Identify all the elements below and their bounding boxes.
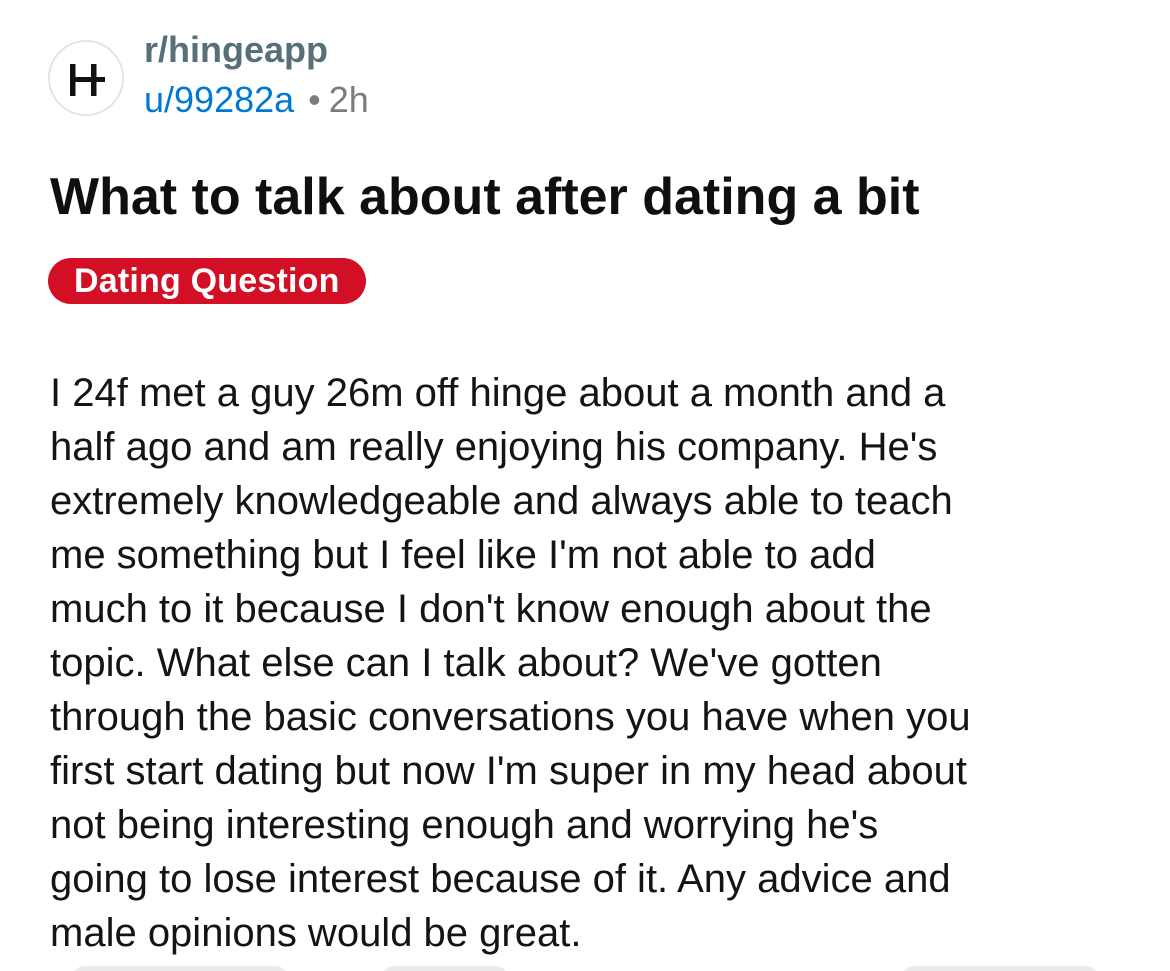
- subreddit-avatar[interactable]: [48, 40, 124, 116]
- comments-button[interactable]: [380, 966, 510, 971]
- post-flair[interactable]: Dating Question: [48, 258, 366, 304]
- post-title: What to talk about after dating a bit: [50, 168, 920, 226]
- post-body-line: not being interesting enough and worryin…: [50, 803, 879, 847]
- post-body-line: first start dating but now I'm super in …: [50, 749, 967, 793]
- post-body-line: through the basic conversations you have…: [50, 695, 971, 739]
- post-meta: u/99282a • 2h: [144, 80, 369, 120]
- author-username[interactable]: u/99282a: [144, 79, 294, 120]
- post-body-line: half ago and am really enjoying his comp…: [50, 425, 938, 469]
- share-button[interactable]: [900, 966, 1100, 971]
- post-body-line: topic. What else can I talk about? We've…: [50, 641, 882, 685]
- post-header: r/hingeapp u/99282a • 2h: [48, 30, 648, 130]
- subreddit-name[interactable]: r/hingeapp: [144, 30, 328, 70]
- post-body-line: me something but I feel like I'm not abl…: [50, 533, 876, 577]
- post-body-line: going to lose interest because of it. An…: [50, 857, 951, 901]
- post-body-line: I 24f met a guy 26m off hinge about a mo…: [50, 371, 946, 415]
- meta-separator: •: [308, 79, 321, 120]
- post-body: I 24f met a guy 26m off hinge about a mo…: [50, 366, 1130, 960]
- post-body-line: extremely knowledgeable and always able …: [50, 479, 953, 523]
- post-action-bar: [0, 960, 1170, 971]
- post-body-line: much to it because I don't know enough a…: [50, 587, 932, 631]
- hinge-logo-icon: [70, 64, 105, 96]
- post-body-line: male opinions would be great.: [50, 911, 582, 955]
- post-time: 2h: [328, 79, 369, 120]
- vote-button-group[interactable]: [70, 966, 290, 971]
